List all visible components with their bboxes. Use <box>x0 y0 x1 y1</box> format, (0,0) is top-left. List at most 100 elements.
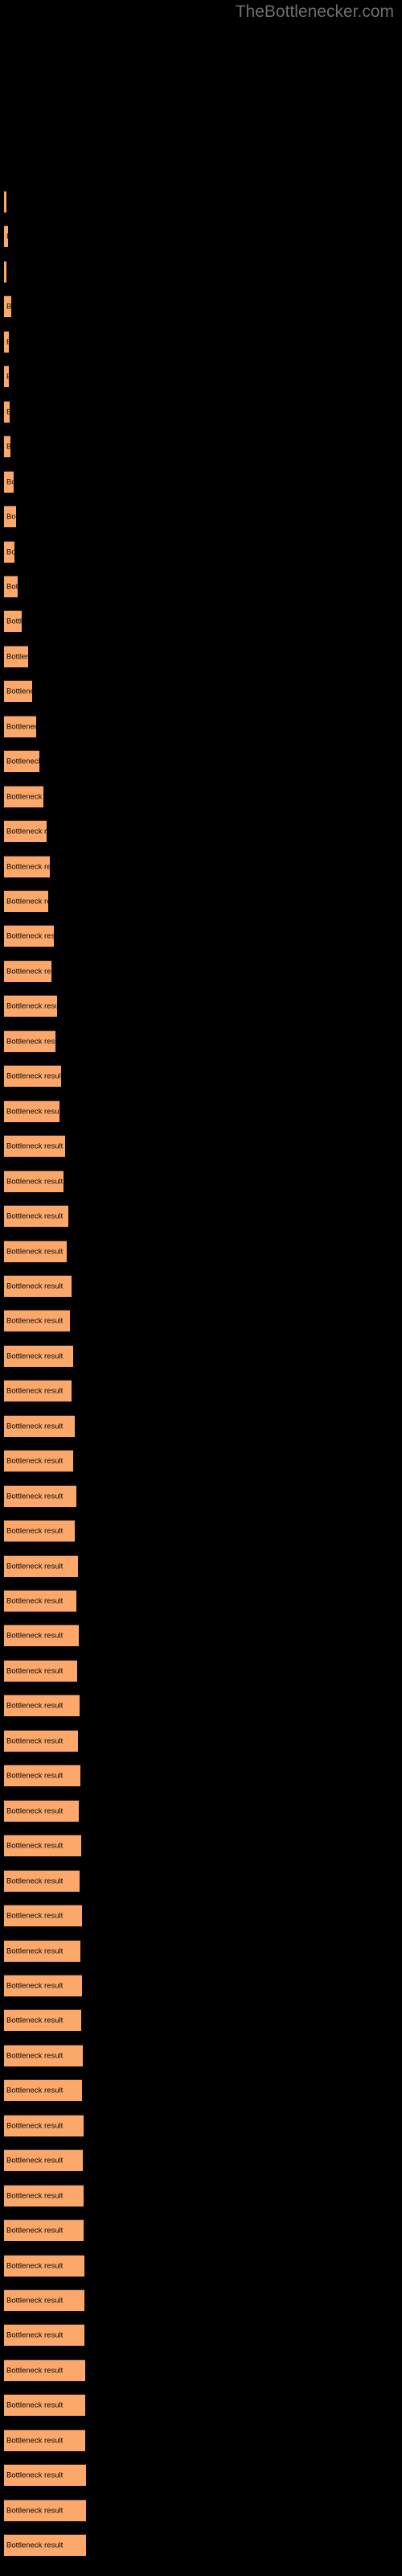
bottleneck-bar-label: Bottleneck result <box>6 407 10 416</box>
bottleneck-bar: Bottleneck result <box>4 470 14 493</box>
bottleneck-bar-label: Bottleneck result <box>6 967 51 976</box>
bottleneck-bar-label: Bottleneck result <box>6 1771 64 1781</box>
bottleneck-bar-label: Bottleneck result <box>6 687 32 696</box>
bottleneck-bar-label: Bottleneck result <box>6 547 14 556</box>
bottleneck-bar: Bottleneck result <box>4 1590 76 1612</box>
bottleneck-bar: Bottleneck result <box>4 1065 61 1088</box>
bottleneck-bar-label: Bottleneck result <box>6 2086 64 2095</box>
bottleneck-bar-label: Bottleneck result <box>6 477 14 487</box>
bottleneck-bar-label: Bottleneck result <box>6 337 9 346</box>
bottleneck-bar: Bottleneck result <box>4 820 47 843</box>
bottleneck-bar: Bottleneck result <box>4 2254 84 2277</box>
bottleneck-bar-label: Bottleneck result <box>6 1701 64 1711</box>
bottleneck-bar: Bottleneck result <box>4 2184 84 2207</box>
bottleneck-bar: Bottleneck result <box>4 1554 78 1577</box>
bottleneck-bar: Bottleneck result <box>4 1765 80 1787</box>
bottleneck-bar: Bottleneck result <box>4 995 57 1018</box>
bottleneck-bar: Bottleneck result <box>4 260 6 283</box>
bottleneck-bar-label: Bottleneck result <box>6 1212 64 1221</box>
bottleneck-bar: Bottleneck result <box>4 1344 73 1367</box>
bottleneck-bar-label: Bottleneck result <box>6 757 39 766</box>
bottleneck-bar: Bottleneck result <box>4 1905 82 1927</box>
bottleneck-bar: Bottleneck result <box>4 750 39 773</box>
bottleneck-bar: Bottleneck result <box>4 680 32 703</box>
bottleneck-bar-label: Bottleneck result <box>6 1736 64 1746</box>
bottleneck-bar-label: Bottleneck result <box>6 2016 64 2025</box>
bottleneck-bar: Bottleneck result <box>4 1729 78 1752</box>
bottleneck-bar-label: Bottleneck result <box>6 1841 64 1851</box>
bottleneck-bar-label: Bottleneck result <box>6 827 47 836</box>
bottleneck-bar-label: Bottleneck result <box>6 722 36 732</box>
bottleneck-bar: Bottleneck result <box>4 330 9 353</box>
bottleneck-bar: Bottleneck result <box>4 191 6 213</box>
bottleneck-bar: Bottleneck result <box>4 540 14 563</box>
bottleneck-bar-label: Bottleneck result <box>6 1352 64 1361</box>
bottleneck-bar: Bottleneck result <box>4 225 8 248</box>
bottleneck-bar: Bottleneck result <box>4 1835 81 1857</box>
bottleneck-bar-label: Bottleneck result <box>6 1247 64 1256</box>
bottleneck-bar-label: Bottleneck result <box>6 1422 64 1431</box>
bottleneck-bar: Bottleneck result <box>4 1170 64 1192</box>
bottleneck-bar: Bottleneck result <box>4 855 50 877</box>
bottleneck-bar: Bottleneck result <box>4 1414 75 1437</box>
bottleneck-bar-label: Bottleneck result <box>6 1141 64 1151</box>
bottleneck-bar-label: Bottleneck result <box>6 2366 64 2376</box>
bottleneck-bar-label: Bottleneck result <box>6 1492 64 1501</box>
bottleneck-bar: Bottleneck result <box>4 1310 70 1332</box>
bottleneck-bar-label: Bottleneck result <box>6 2121 64 2131</box>
bottleneck-bar-label: Bottleneck result <box>6 2541 64 2550</box>
bottleneck-bar: Bottleneck result <box>4 610 22 633</box>
bottleneck-bar-label: Bottleneck result <box>6 1071 61 1081</box>
bottleneck-bar-label: Bottleneck result <box>6 1562 64 1571</box>
bottleneck-bar-label: Bottleneck result <box>6 931 54 941</box>
bottleneck-bar: Bottleneck result <box>4 1659 77 1682</box>
bottleneck-bar-label: Bottleneck result <box>6 2330 64 2340</box>
bottleneck-bar-label: Bottleneck result <box>6 2191 64 2201</box>
bottleneck-bar: Bottleneck result <box>4 506 16 528</box>
bottleneck-bar-label: Bottleneck result <box>6 2506 64 2516</box>
bottleneck-bar: Bottleneck result <box>4 1484 76 1507</box>
bottleneck-bar: Bottleneck result <box>4 2114 84 2136</box>
bottleneck-bar: Bottleneck result <box>4 2324 84 2347</box>
bottleneck-bar-label: Bottleneck result <box>6 1911 64 1921</box>
bottleneck-bar: Bottleneck result <box>4 2534 86 2557</box>
bottleneck-bar-label: Bottleneck result <box>6 373 9 382</box>
bottleneck-bar: Bottleneck result <box>4 1695 80 1717</box>
bottleneck-bar-label: Bottleneck result <box>6 1526 64 1536</box>
bottleneck-bar: Bottleneck result <box>4 645 28 667</box>
bottleneck-bar-label: Bottleneck result <box>6 2436 64 2446</box>
bottleneck-bar-label: Bottleneck result <box>6 1177 64 1187</box>
bottleneck-bar-label: Bottleneck result <box>6 652 28 662</box>
bottleneck-bar: Bottleneck result <box>4 2394 85 2417</box>
bottleneck-bar: Bottleneck result <box>4 1974 82 1996</box>
bottleneck-bar-label: Bottleneck result <box>6 1107 59 1117</box>
bottleneck-bar: Bottleneck result <box>4 960 51 982</box>
bottleneck-bar: Bottleneck result <box>4 1380 72 1402</box>
bottleneck-bar-label: Bottleneck result <box>6 1282 64 1291</box>
bottleneck-bar-label: Bottleneck result <box>6 1876 64 1886</box>
bottleneck-bar: Bottleneck result <box>4 436 10 458</box>
bottleneck-bar-label: Bottleneck result <box>6 2471 64 2480</box>
bottleneck-bar: Bottleneck result <box>4 1205 68 1228</box>
bottleneck-bar: Bottleneck result <box>4 1450 73 1472</box>
bottleneck-bar-label: Bottleneck result <box>6 897 48 906</box>
bottleneck-bar: Bottleneck result <box>4 785 43 807</box>
bottleneck-bar: Bottleneck result <box>4 1100 59 1122</box>
bottleneck-bar: Bottleneck result <box>4 1240 67 1262</box>
bottleneck-bar-label: Bottleneck result <box>6 2051 64 2061</box>
bottleneck-bar: Bottleneck result <box>4 575 18 597</box>
bottleneck-bar: Bottleneck result <box>4 1799 79 1822</box>
bottleneck-bar: Bottleneck result <box>4 2499 86 2521</box>
bottleneck-bar: Bottleneck result <box>4 400 10 423</box>
bottleneck-bar: Bottleneck result <box>4 715 36 737</box>
bottleneck-bar: Bottleneck result <box>4 925 54 947</box>
bottleneck-bar: Bottleneck result <box>4 2219 84 2242</box>
bottleneck-bar-label: Bottleneck result <box>6 233 8 242</box>
bottleneck-bar: Bottleneck result <box>4 2044 83 2066</box>
bottleneck-bar-label: Bottleneck result <box>6 1666 64 1676</box>
bottleneck-bar-label: Bottleneck result <box>6 1946 64 1955</box>
bottleneck-bar-label: Bottleneck result <box>6 1981 64 1991</box>
bottleneck-bar: Bottleneck result <box>4 2149 83 2172</box>
bottleneck-bar-label: Bottleneck result <box>6 302 11 312</box>
bottleneck-bar-label: Bottleneck result <box>6 862 50 872</box>
